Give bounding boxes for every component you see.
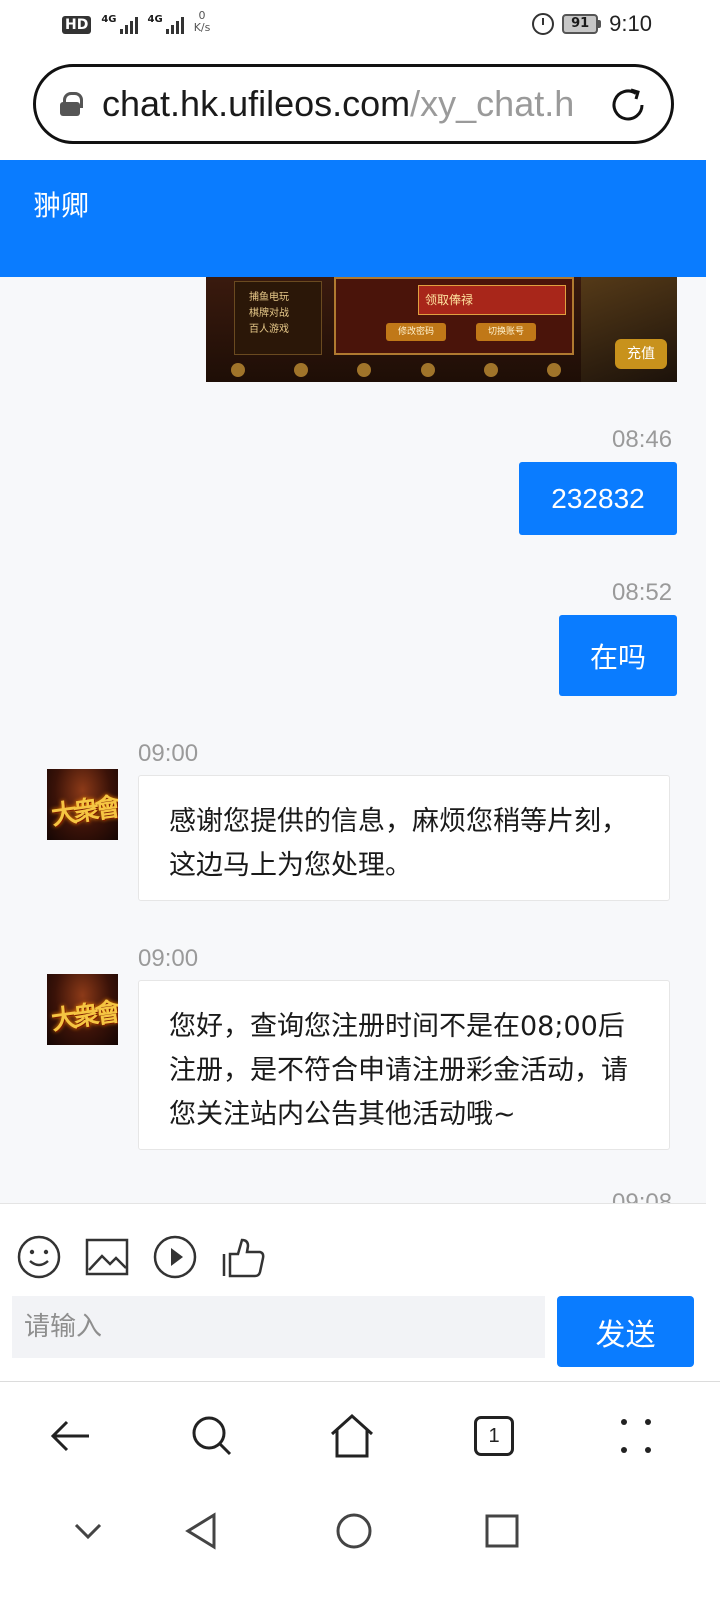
game-banner: 领取俸禄	[418, 285, 566, 315]
message-time: 08:52	[612, 579, 673, 606]
incoming-message[interactable]: 感谢您提供的信息，麻烦您稍等片刻，这边马上为您处理。	[138, 775, 670, 901]
game-charge-label: 充值	[615, 339, 667, 369]
incoming-message[interactable]: 您好，查询您注册时间不是在08;00后注册，是不符合申请注册彩金活动，请您关注站…	[138, 980, 670, 1150]
nav-home-icon[interactable]	[334, 1511, 374, 1551]
thumbs-up-icon[interactable]	[220, 1234, 266, 1280]
message-list[interactable]: 捕鱼电玩 棋牌对战 百人游戏 领取俸禄 修改密码 切换账号 充值 08:46 2…	[0, 277, 706, 1203]
hd-voice-icon: HD	[62, 16, 92, 34]
signal-strength-icon: 4G	[101, 14, 138, 34]
message-time: 09:08	[612, 1189, 673, 1203]
game-button: 切换账号	[476, 323, 536, 341]
game-menu-item: 捕鱼电玩	[249, 292, 289, 303]
battery-icon: 91	[562, 14, 602, 34]
nav-back-icon[interactable]	[182, 1511, 222, 1551]
message-time: 08:46	[612, 426, 673, 453]
status-right: 91 9:10	[532, 11, 652, 37]
video-icon[interactable]	[152, 1234, 198, 1280]
browser-toolbar: 1	[0, 1381, 720, 1491]
chevron-down-icon[interactable]	[68, 1511, 108, 1551]
game-menu: 捕鱼电玩 棋牌对战 百人游戏	[234, 281, 322, 355]
url-path: /xy_chat.h	[410, 83, 575, 124]
system-nav-bar	[0, 1491, 720, 1600]
outgoing-message[interactable]: 232832	[519, 462, 677, 535]
message-input[interactable]	[12, 1296, 545, 1358]
game-footer-icons	[206, 358, 586, 382]
back-icon[interactable]	[47, 1412, 95, 1460]
url-text[interactable]: chat.hk.ufileos.com/xy_chat.h	[102, 83, 582, 125]
status-left: HD 4G 4G 0 K/s	[62, 10, 210, 34]
address-bar[interactable]: chat.hk.ufileos.com/xy_chat.h	[33, 64, 674, 144]
avatar[interactable]: 大衆會	[47, 769, 118, 840]
avatar-logo: 大衆會	[49, 792, 118, 832]
message-time: 09:00	[138, 740, 199, 767]
network-speed-unit: K/s	[193, 21, 211, 34]
game-button: 修改密码	[386, 323, 446, 341]
home-icon[interactable]	[328, 1412, 376, 1460]
network-speed: 0 K/s	[194, 10, 211, 34]
lock-icon[interactable]	[60, 92, 83, 116]
game-menu-item: 百人游戏	[249, 324, 289, 335]
game-panel: 领取俸禄 修改密码 切换账号	[334, 277, 574, 355]
status-clock: 9:10	[609, 11, 652, 36]
battery-level: 91	[562, 14, 599, 34]
page-title: 翀卿	[33, 189, 90, 222]
network-type-label: 4G	[101, 14, 117, 25]
network-type-label: 4G	[147, 14, 163, 25]
signal-strength-icon: 4G	[148, 14, 184, 34]
game-menu-item: 棋牌对战	[249, 308, 289, 319]
image-icon[interactable]	[84, 1234, 130, 1280]
avatar-logo: 大衆會	[49, 997, 118, 1037]
send-button[interactable]: 发送	[557, 1296, 694, 1367]
composer-tools	[16, 1234, 266, 1280]
game-screenshot-image[interactable]: 捕鱼电玩 棋牌对战 百人游戏 领取俸禄 修改密码 切换账号 充值	[206, 277, 677, 382]
emoji-icon[interactable]	[16, 1234, 62, 1280]
nav-recents-icon[interactable]	[482, 1511, 522, 1551]
tabs-count-button[interactable]: 1	[474, 1416, 514, 1456]
composer: 发送	[0, 1203, 706, 1381]
search-icon[interactable]	[188, 1412, 236, 1460]
avatar[interactable]: 大衆會	[47, 974, 118, 1045]
reload-icon[interactable]	[609, 86, 647, 124]
alarm-icon	[532, 13, 555, 35]
url-host: chat.hk.ufileos.com	[102, 83, 411, 124]
message-time: 09:00	[138, 945, 199, 972]
game-side-art: 充值	[581, 277, 677, 382]
chat-header: 翀卿	[0, 160, 706, 277]
outgoing-message[interactable]: 在吗	[559, 615, 677, 696]
more-menu-icon[interactable]	[612, 1412, 660, 1460]
status-bar: HD 4G 4G 0 K/s 91 9:10	[0, 0, 720, 50]
